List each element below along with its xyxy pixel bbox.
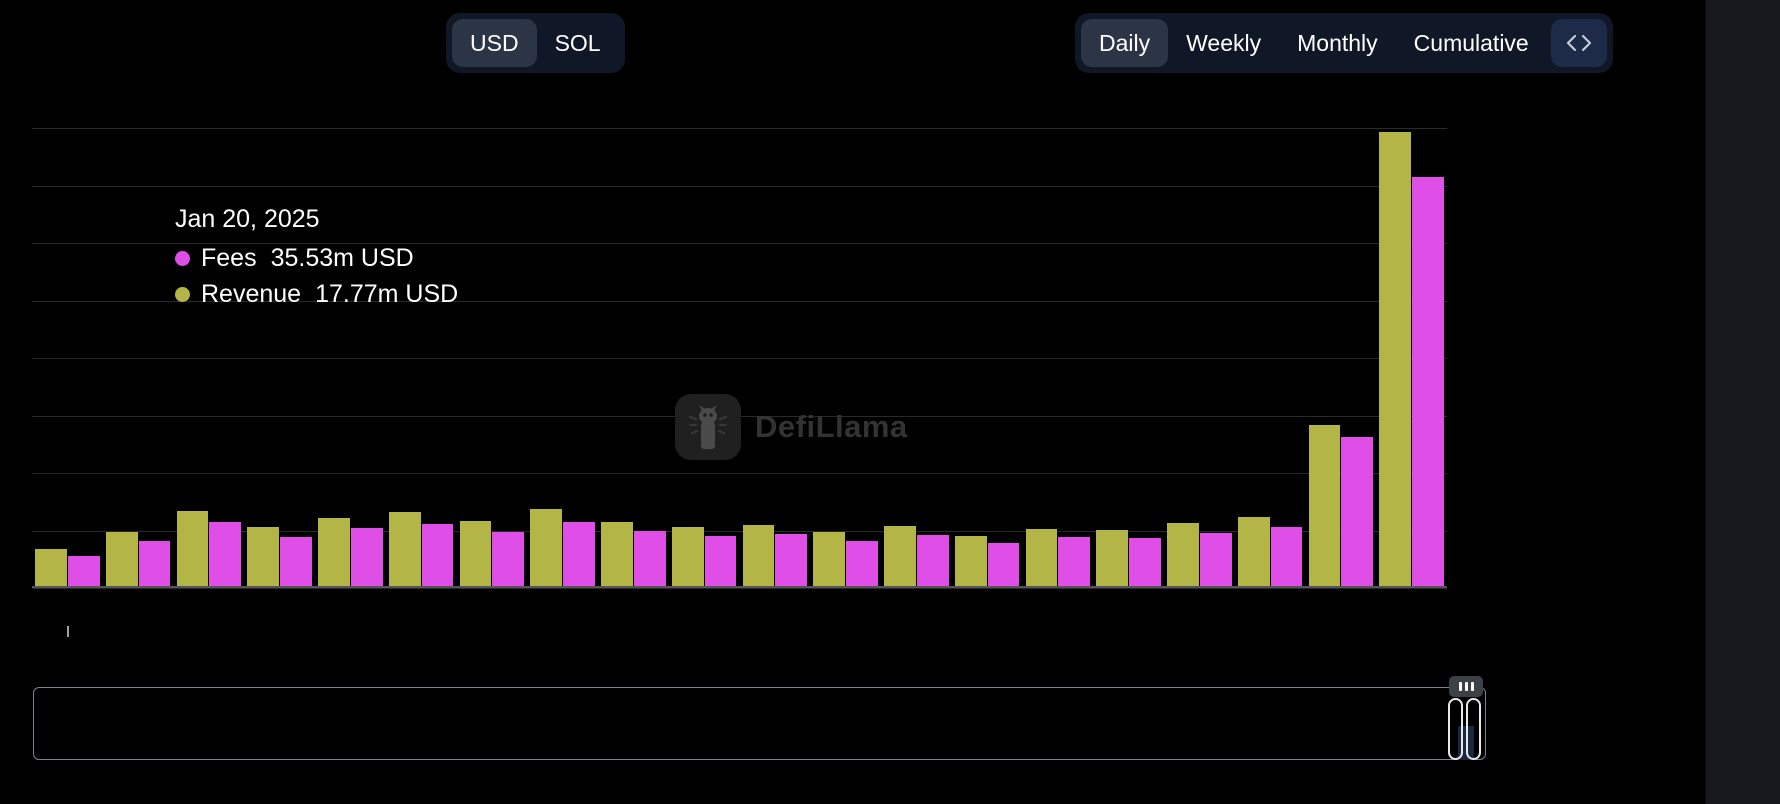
bar-group[interactable] <box>598 128 669 586</box>
bar-revenue[interactable] <box>813 532 846 586</box>
bar-group[interactable] <box>740 128 811 586</box>
bar-revenue[interactable] <box>954 536 987 586</box>
bar-fees[interactable] <box>775 533 808 586</box>
bar-group[interactable] <box>457 128 528 586</box>
bar-revenue[interactable] <box>742 524 775 586</box>
bar-revenue[interactable] <box>1025 528 1058 586</box>
bar-group[interactable] <box>1235 128 1306 586</box>
bar-revenue[interactable] <box>1308 425 1341 586</box>
y-axis-fees <box>1455 88 1585 658</box>
bar-fees[interactable] <box>421 523 454 586</box>
bar-fees[interactable] <box>1270 527 1303 586</box>
right-side-panel <box>1705 0 1780 804</box>
bar-fees[interactable] <box>492 531 525 586</box>
bar-fees[interactable] <box>280 536 312 586</box>
bar-revenue[interactable] <box>176 510 209 586</box>
bar-group[interactable] <box>386 128 457 586</box>
bar-group[interactable] <box>881 128 952 586</box>
embed-code-button[interactable] <box>1550 19 1607 67</box>
bar-revenue[interactable] <box>459 520 492 586</box>
plot-area <box>32 128 1447 589</box>
chart-canvas[interactable]: DefiLlama Jan 20, 2025 Fees 35.53m USD R… <box>0 88 1705 658</box>
bar-group[interactable] <box>952 128 1023 586</box>
bar-fees[interactable] <box>916 535 949 586</box>
bar-group[interactable] <box>1093 128 1164 586</box>
brush-pill-right[interactable] <box>1466 698 1481 760</box>
brush-pill-left[interactable] <box>1448 698 1463 760</box>
bar-fees[interactable] <box>846 540 878 586</box>
bar-fees[interactable] <box>350 527 383 586</box>
period-option-cumulative[interactable]: Cumulative <box>1396 19 1547 67</box>
bar-group[interactable] <box>244 128 315 586</box>
bar-revenue[interactable] <box>530 509 563 586</box>
period-option-daily[interactable]: Daily <box>1081 19 1169 67</box>
bar-fees[interactable] <box>1129 538 1161 586</box>
bar-group[interactable] <box>1306 128 1377 586</box>
bar-revenue[interactable] <box>1167 523 1199 586</box>
bar-fees[interactable] <box>1341 436 1374 586</box>
bar-fees[interactable] <box>67 556 100 586</box>
bar-revenue[interactable] <box>1237 517 1270 586</box>
bar-fees[interactable] <box>138 541 171 586</box>
bar-group[interactable] <box>1164 128 1235 586</box>
brush-handle-right[interactable] <box>1446 676 1486 773</box>
bar-group[interactable] <box>669 128 740 586</box>
bar-revenue[interactable] <box>671 527 704 586</box>
bar-fees[interactable] <box>704 535 737 586</box>
bar-fees[interactable] <box>1199 532 1232 586</box>
bar-series-container <box>32 128 1447 586</box>
period-toggle-group: Daily Weekly Monthly Cumulative <box>1075 13 1613 73</box>
bar-group[interactable] <box>810 128 881 586</box>
bar-fees[interactable] <box>633 531 666 586</box>
brush-grip-icon[interactable] <box>1449 676 1483 697</box>
chart-toolbar: USD SOL Daily Weekly Monthly Cumulative <box>0 0 1705 88</box>
gridline <box>32 588 1447 589</box>
currency-option-usd[interactable]: USD <box>452 19 537 67</box>
bar-revenue[interactable] <box>601 522 633 586</box>
bar-group[interactable] <box>32 128 103 586</box>
bar-group[interactable] <box>1023 128 1094 586</box>
bar-revenue[interactable] <box>105 532 138 586</box>
bar-fees[interactable] <box>563 521 595 586</box>
bar-fees[interactable] <box>209 521 242 586</box>
x-axis-labels <box>0 636 1705 666</box>
y-axis-revenue <box>1578 88 1705 658</box>
brush-sparkline <box>34 745 1485 759</box>
bar-group[interactable] <box>527 128 598 586</box>
period-option-monthly[interactable]: Monthly <box>1279 19 1396 67</box>
bar-group[interactable] <box>1376 128 1447 586</box>
bar-revenue[interactable] <box>35 548 67 586</box>
bar-revenue[interactable] <box>247 527 280 586</box>
bar-fees[interactable] <box>1412 177 1444 586</box>
bar-group[interactable] <box>315 128 386 586</box>
bar-revenue[interactable] <box>1379 131 1412 586</box>
bar-fees[interactable] <box>1058 537 1091 586</box>
code-icon <box>1566 34 1591 52</box>
x-axis-line <box>32 586 1447 588</box>
bar-group[interactable] <box>103 128 174 586</box>
bar-revenue[interactable] <box>1096 529 1129 586</box>
bar-revenue[interactable] <box>884 525 916 586</box>
currency-toggle-group: USD SOL <box>446 13 625 73</box>
currency-option-sol[interactable]: SOL <box>537 19 619 67</box>
range-brush[interactable] <box>33 676 1486 760</box>
chart-page: USD SOL Daily Weekly Monthly Cumulative <box>0 0 1705 804</box>
period-option-weekly[interactable]: Weekly <box>1168 19 1279 67</box>
bar-group[interactable] <box>174 128 245 586</box>
bar-revenue[interactable] <box>388 511 421 586</box>
bar-revenue[interactable] <box>318 518 350 586</box>
bar-fees[interactable] <box>987 543 1020 586</box>
